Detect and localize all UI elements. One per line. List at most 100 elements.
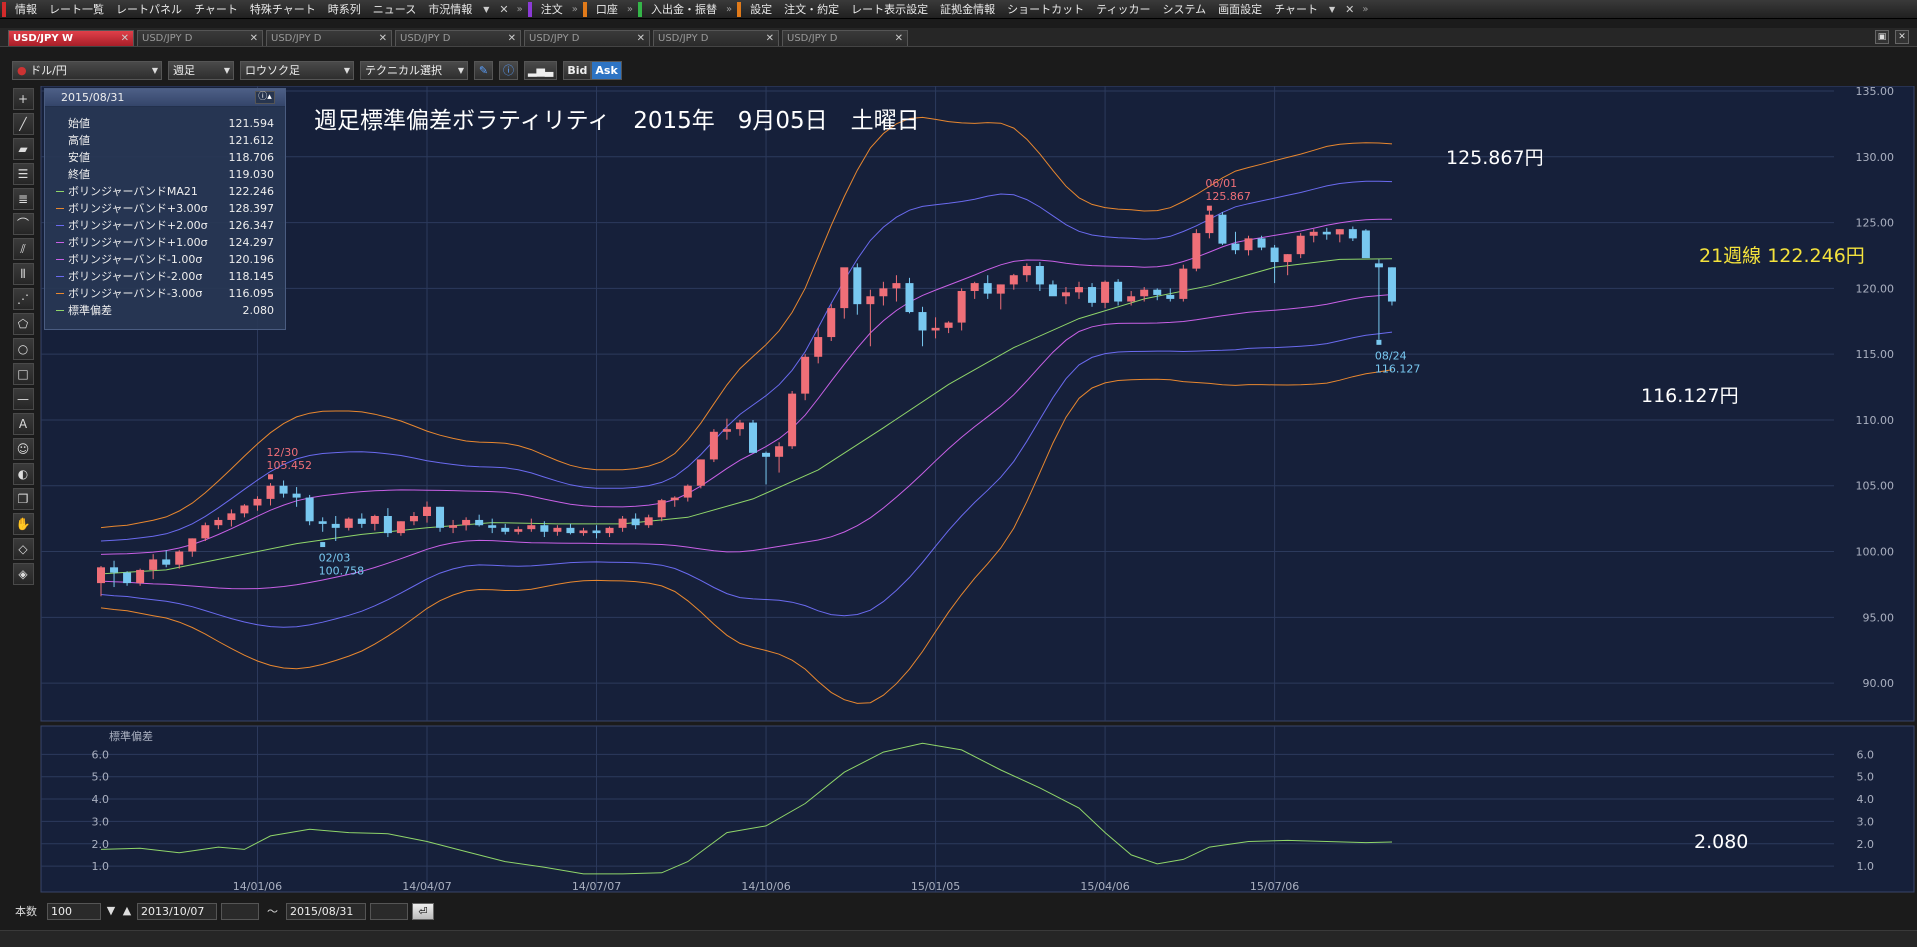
chart-tab[interactable]: USD/JPY W ✕ [8, 30, 134, 46]
hline-icon[interactable]: — [12, 388, 34, 410]
menu-close-icon[interactable]: ✕ [1340, 3, 1359, 16]
count-down-icon[interactable]: ▼ [105, 903, 117, 920]
menu-item[interactable]: レート一覧 [43, 0, 110, 18]
period-select[interactable]: 週足 ▼ [168, 60, 234, 80]
fibonacci-icon[interactable]: ≣ [12, 188, 34, 210]
close-window-icon[interactable]: ✕ [1895, 30, 1909, 44]
info-icon[interactable]: ⓘ [499, 60, 518, 80]
volume-icon[interactable]: ▂▅▃ [524, 60, 558, 80]
menu-item[interactable]: ニュース [367, 0, 422, 18]
pentagon-icon[interactable]: ⬠ [12, 313, 34, 335]
tab-close-icon[interactable]: ✕ [508, 31, 516, 46]
candle-body [553, 527, 562, 532]
candle-body [97, 567, 105, 584]
chart-tab[interactable]: USD/JPY D ✕ [524, 30, 650, 46]
menu-overflow-icon[interactable]: » [569, 4, 581, 15]
tab-close-icon[interactable]: ✕ [379, 31, 387, 46]
ruler-icon[interactable]: ▰ [12, 138, 34, 160]
eraser-all-icon[interactable]: ◈ [12, 563, 34, 585]
pitchfork-icon[interactable]: ⋰ [12, 288, 34, 310]
tab-close-icon[interactable]: ✕ [895, 31, 903, 46]
menu-overflow-icon[interactable]: » [723, 4, 735, 15]
ask-button[interactable]: Ask [591, 60, 622, 80]
currency-pair-select[interactable]: ● ドル/円 ▼ [12, 60, 162, 80]
vertical-lines-icon[interactable]: ⦀ [12, 263, 34, 285]
maximize-icon[interactable]: ▣ [1875, 30, 1889, 44]
menu-close-icon[interactable]: ✕ [494, 3, 513, 16]
menu-overflow-icon[interactable]: » [514, 4, 526, 15]
refresh-button[interactable]: ⏎ [412, 902, 434, 920]
menu-item[interactable]: 口座 [590, 0, 624, 18]
menu-item[interactable]: 注文・約定 [778, 0, 845, 18]
menu-item[interactable]: ショートカット [1001, 0, 1090, 18]
menu-item[interactable]: レートパネル [110, 0, 188, 18]
menu-item[interactable]: 特殊チャート [244, 0, 322, 18]
candle-body [266, 485, 275, 499]
horizontal-lines-icon[interactable]: ☰ [12, 163, 34, 185]
chart-tab[interactable]: USD/JPY D ✕ [653, 30, 779, 46]
circle-icon[interactable]: ○ [12, 338, 34, 360]
menu-accent [582, 1, 587, 17]
extreme-date-label: 08/24 [1375, 349, 1407, 362]
menu-item[interactable]: ティッカー [1090, 0, 1156, 18]
menu-item[interactable]: 時系列 [322, 0, 367, 18]
count-input[interactable]: 100 [47, 902, 101, 920]
menu-dropdown-icon[interactable]: ▼ [1324, 5, 1340, 14]
technical-select[interactable]: テクニカル選択 ▼ [360, 60, 468, 80]
to-time-input[interactable] [370, 902, 408, 920]
menu-item[interactable]: システム [1156, 0, 1212, 18]
extreme-marker [1376, 339, 1382, 345]
chart-svg[interactable]: 90.00 95.00 100.00 105.00 110.00 115.00 120.00… [39, 86, 1917, 899]
chart-tab[interactable]: USD/JPY D ✕ [137, 30, 263, 46]
pen-icon[interactable]: ✎ [474, 60, 493, 80]
rectangle-icon[interactable]: □ [12, 363, 34, 385]
menu-overflow-icon[interactable]: » [1359, 4, 1371, 15]
fan-icon[interactable]: ⌒ [12, 213, 34, 235]
candle-body [1114, 281, 1123, 302]
chart-tab[interactable]: USD/JPY D ✕ [395, 30, 521, 46]
trendline-icon[interactable]: ╱ [12, 113, 34, 135]
bid-button[interactable]: Bid [563, 60, 592, 80]
eraser-icon[interactable]: ◇ [12, 538, 34, 560]
from-time-input[interactable] [221, 902, 259, 920]
chart-area[interactable]: 90.00 95.00 100.00 105.00 110.00 115.00 120.00… [39, 86, 1917, 899]
menu-item[interactable]: 画面設定 [1212, 0, 1268, 18]
menu-item[interactable]: 設定 [744, 0, 778, 18]
menu-item[interactable]: 情報 [9, 0, 43, 18]
tab-close-icon[interactable]: ✕ [121, 31, 129, 46]
chart-tab[interactable]: USD/JPY D ✕ [266, 30, 392, 46]
info-row: 高値 121.612 [56, 132, 274, 149]
smiley-icon[interactable]: ☺ [12, 438, 34, 460]
crosshair-icon[interactable]: + [12, 88, 34, 110]
menu-dropdown-icon[interactable]: ▼ [478, 5, 494, 14]
to-date-input[interactable]: 2015/08/31 [286, 902, 366, 920]
tab-close-icon[interactable]: ✕ [250, 31, 258, 46]
menu-item[interactable]: レート表示設定 [845, 0, 934, 18]
chart-style-select[interactable]: ロウソク足 ▼ [240, 60, 354, 80]
menu-item[interactable]: チャート [1268, 0, 1324, 18]
candle-body [1075, 287, 1083, 293]
menu-item[interactable]: 市況情報 [422, 0, 478, 18]
menu-item[interactable]: 入出金・振替 [645, 0, 723, 18]
menu-overflow-icon[interactable]: » [624, 4, 636, 15]
candle-body [696, 459, 705, 486]
menu-item[interactable]: 注文 [535, 0, 569, 18]
menu-item[interactable]: チャート [188, 0, 244, 18]
menu-item[interactable]: 証拠金情報 [934, 0, 1001, 18]
y-tick-label: 115.00 [1856, 348, 1895, 361]
candle-body [1322, 231, 1331, 235]
copy-icon[interactable]: ❐ [12, 488, 34, 510]
from-date-input[interactable]: 2013/10/07 [137, 902, 217, 920]
channel-icon[interactable]: ⫽ [12, 238, 34, 260]
candle-body [683, 485, 692, 498]
count-up-icon[interactable]: ▲ [121, 903, 133, 920]
candle-body [827, 308, 836, 338]
magnet-icon[interactable]: ◐ [12, 463, 34, 485]
info-toggle-icon[interactable]: ⓘ▴ [255, 91, 275, 104]
hand-icon[interactable]: ✋ [12, 513, 34, 535]
chart-tab[interactable]: USD/JPY D ✕ [782, 30, 908, 46]
tab-close-icon[interactable]: ✕ [766, 31, 774, 46]
text-icon[interactable]: A [12, 413, 34, 435]
chart-tab-label: USD/JPY D [271, 33, 322, 44]
tab-close-icon[interactable]: ✕ [637, 31, 645, 46]
